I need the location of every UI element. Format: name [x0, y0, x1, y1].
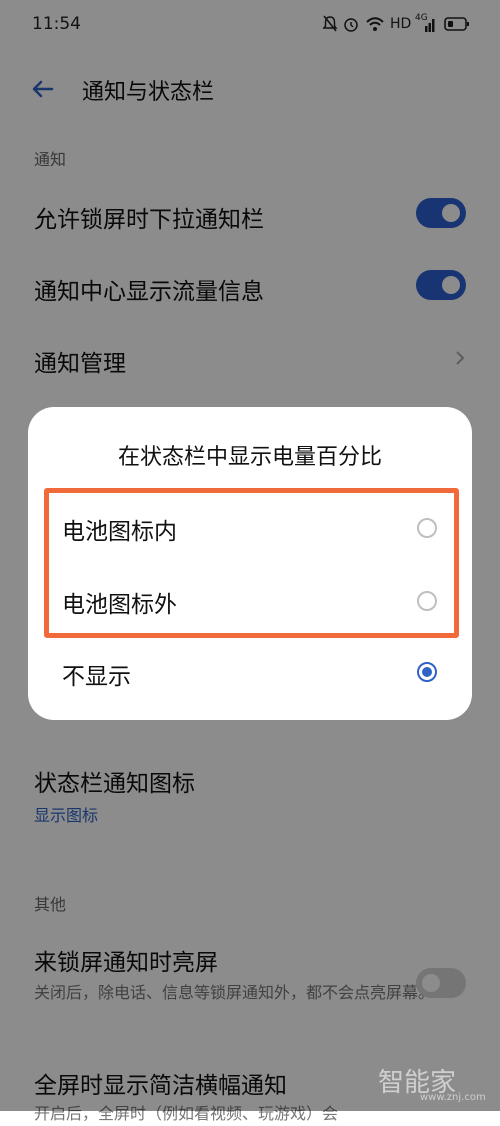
watermark-url: www.znj.com [420, 1092, 486, 1103]
watermark: 智能家 www.znj.com [378, 1062, 493, 1103]
option-hide-label[interactable]: 不显示 [62, 657, 131, 691]
dialog-title: 在状态栏中显示电量百分比 [117, 445, 382, 470]
highlight-box [44, 488, 459, 638]
option-hide-radio[interactable] [417, 662, 437, 682]
